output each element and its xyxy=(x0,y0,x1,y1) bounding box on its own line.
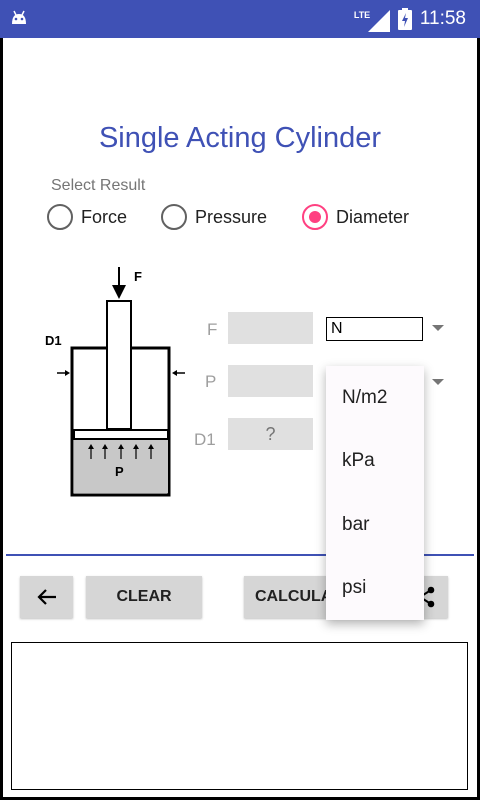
page-title: Single Acting Cylinder xyxy=(98,122,382,154)
force-label: F xyxy=(134,269,142,284)
clock: 11:58 xyxy=(419,8,466,29)
unit-dropdown-menu: N/m2 kPa bar psi xyxy=(326,366,424,620)
dropdown-option-nm2[interactable]: N/m2 xyxy=(326,366,424,430)
pressure-label: P xyxy=(115,464,124,479)
clear-button[interactable]: CLEAR xyxy=(86,576,202,618)
pressure-unit-dropdown-icon[interactable] xyxy=(432,379,444,385)
diameter-field-label: D1 xyxy=(194,430,216,449)
dropdown-option-bar[interactable]: bar xyxy=(326,493,424,557)
force-unit-dropdown-icon[interactable] xyxy=(432,325,444,331)
radio-circle[interactable] xyxy=(161,204,187,230)
force-input[interactable] xyxy=(228,312,313,344)
radio-circle-selected[interactable] xyxy=(302,204,328,230)
radio-circle[interactable] xyxy=(47,204,73,230)
network-type: LTE xyxy=(353,10,371,20)
android-debug-icon xyxy=(12,10,26,24)
pressure-field-label: P xyxy=(205,372,217,391)
radio-label: Diameter xyxy=(336,206,410,227)
diameter-input[interactable] xyxy=(228,418,313,450)
result-output-box xyxy=(11,642,468,790)
force-field-label: F xyxy=(207,320,218,339)
diameter-input-field[interactable] xyxy=(228,418,313,450)
back-arrow-icon xyxy=(36,589,56,605)
back-button[interactable] xyxy=(20,576,73,618)
cylinder-diagram: F D1 P xyxy=(45,267,185,497)
status-bar: LTE 11:58 xyxy=(0,0,480,38)
result-radio-group: Force Pressure Diameter xyxy=(47,204,477,236)
radio-pressure[interactable]: Pressure xyxy=(161,204,267,230)
select-result-label: Select Result xyxy=(51,177,146,194)
force-input-field[interactable] xyxy=(228,312,313,344)
app-screen: Single Acting Cylinder Select Result For… xyxy=(3,38,477,797)
diameter-label: D1 xyxy=(45,333,62,348)
radio-label: Force xyxy=(81,206,128,227)
radio-force[interactable]: Force xyxy=(47,204,127,230)
battery-charging-icon xyxy=(397,8,412,30)
dropdown-option-kpa[interactable]: kPa xyxy=(326,430,424,494)
radio-label: Pressure xyxy=(195,206,268,227)
signal-icon: LTE xyxy=(354,10,390,32)
force-unit-select[interactable]: N xyxy=(326,317,423,341)
pressure-input[interactable] xyxy=(228,365,313,397)
dropdown-option-psi[interactable]: psi xyxy=(326,557,424,621)
radio-diameter[interactable]: Diameter xyxy=(302,204,409,230)
pressure-input-field[interactable] xyxy=(228,365,313,397)
